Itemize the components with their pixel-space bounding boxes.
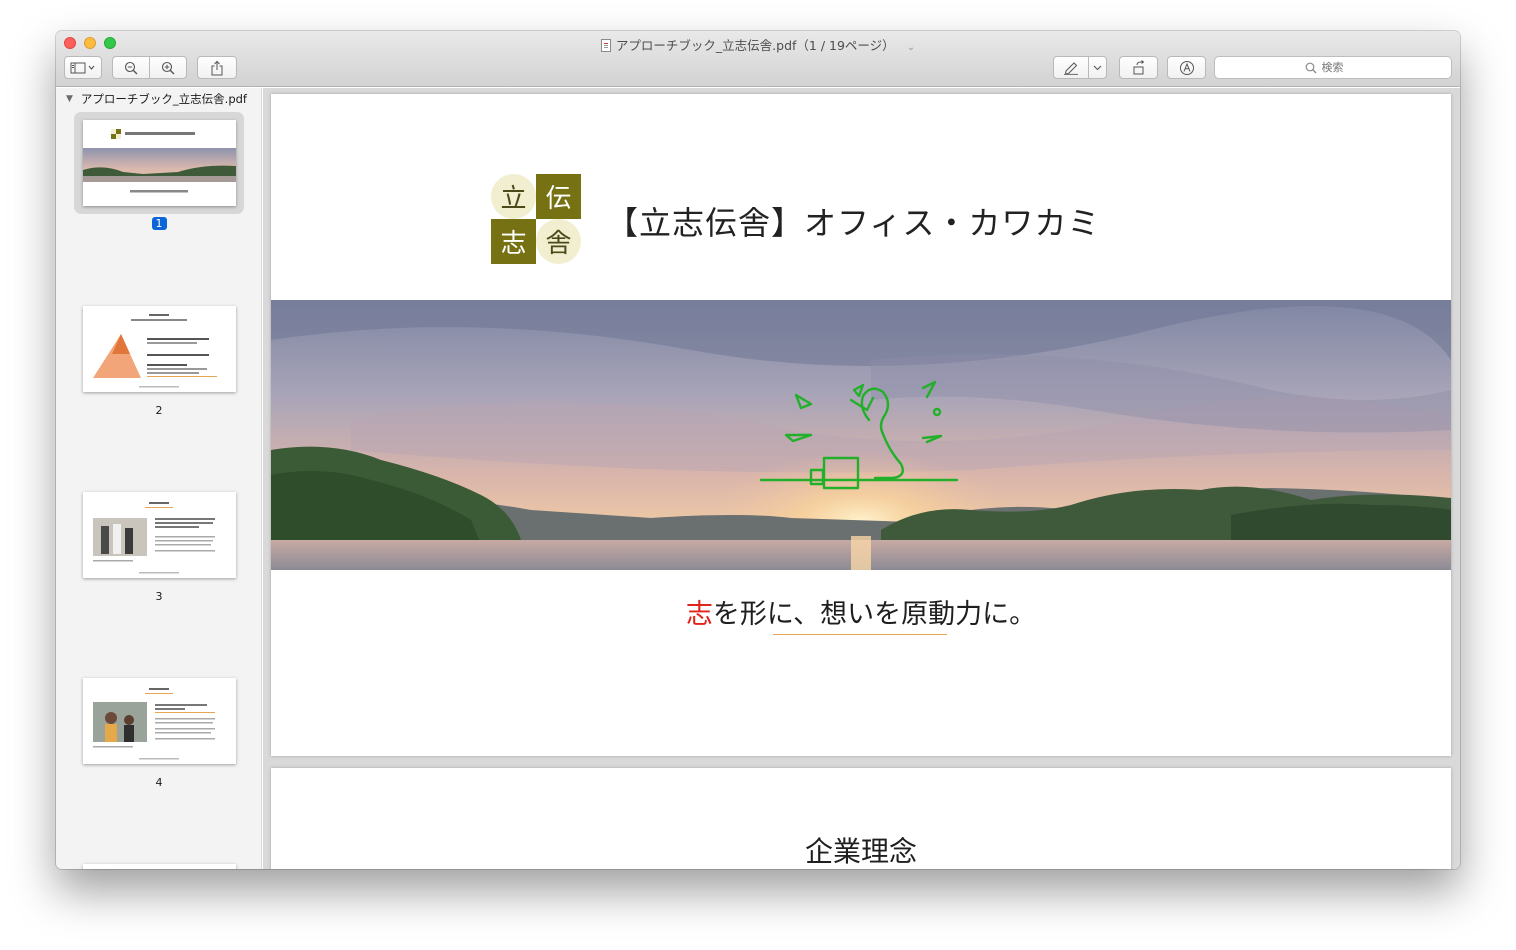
lake-sunrise-illustration (271, 300, 1451, 570)
document-name: アプローチブック_立志伝舎.pdf (80, 92, 247, 106)
thumbnail-sidebar: ▼ アプローチブック_立志伝舎.pdf 1 2 3 4 (56, 88, 262, 869)
tagline: 志を形に、想いを原動力に。 (271, 592, 1451, 631)
page-thumbnail-1-image (83, 129, 236, 193)
company-name: 【立志伝舎】オフィス・カワカミ (606, 204, 1101, 242)
annotate-icon (1179, 60, 1194, 75)
search-input[interactable] (1321, 61, 1362, 74)
document-outline-header[interactable]: ▼ アプローチブック_立志伝舎.pdf (66, 91, 247, 107)
sidebar-icon (70, 62, 95, 73)
logo-char-2: 伝 (536, 174, 581, 219)
zoom-in-icon (161, 61, 175, 74)
page-thumbnail-5[interactable] (83, 864, 236, 869)
pdf-page-1: 立 伝 志 舎 【立志伝舎】オフィス・カワカミ 志を形に、想いを原動力に。 (271, 94, 1451, 756)
rotate-button[interactable] (1119, 56, 1158, 79)
page-thumbnail-4[interactable] (83, 678, 236, 764)
tagline-accent: 志 (685, 599, 713, 630)
zoom-out-button[interactable] (112, 56, 150, 79)
highlight-button[interactable] (1053, 56, 1089, 79)
preview-window: アプローチブック_立志伝舎.pdf（1 / 19ページ） ⌄ 検索 ▼ アプロー… (56, 31, 1460, 869)
document-view[interactable]: 立 伝 志 舎 【立志伝舎】オフィス・カワカミ 志を形に、想いを原動力に。 企業… (263, 88, 1460, 869)
thumbnail-label-3[interactable]: 3 (56, 590, 261, 603)
pdf-document-icon (600, 39, 611, 52)
share-icon (211, 60, 223, 75)
zoom-out-icon (124, 61, 138, 74)
sidebar-toggle-button[interactable] (64, 56, 102, 79)
thumbnail-label-1[interactable]: 1 (56, 217, 261, 230)
thumbnail-label-4[interactable]: 4 (56, 776, 261, 789)
zoom-in-button[interactable] (149, 56, 187, 79)
title-chevron-down-icon[interactable]: ⌄ (907, 42, 915, 53)
page-thumbnail-3[interactable] (83, 492, 236, 578)
page-thumbnail-2-image (93, 314, 217, 388)
logo-char-3: 志 (491, 219, 536, 264)
page-thumbnail-3-image (93, 502, 215, 574)
company-logo: 立 伝 志 舎 (491, 174, 581, 264)
window-title[interactable]: アプローチブック_立志伝舎.pdf（1 / 19ページ） ⌄ (56, 35, 1460, 54)
share-button[interactable] (197, 56, 237, 79)
title-bar: アプローチブック_立志伝舎.pdf（1 / 19ページ） ⌄ (56, 31, 1460, 87)
chevron-down-icon (1093, 65, 1102, 70)
page-thumbnail-1[interactable] (83, 120, 236, 206)
page-heading: 企業理念 (804, 835, 917, 868)
search-field[interactable] (1214, 56, 1452, 79)
logo-char-4: 舎 (536, 219, 581, 264)
thumbnail-label-2[interactable]: 2 (56, 404, 261, 417)
disclosure-triangle-icon[interactable]: ▼ (66, 94, 73, 104)
tagline-underline (773, 634, 947, 635)
search-icon (1305, 62, 1316, 73)
page-thumbnail-4-image (93, 688, 215, 760)
hero-landscape-image (271, 300, 1451, 570)
markup-toolbar-button[interactable] (1167, 56, 1206, 79)
pen-icon (1064, 61, 1078, 75)
window-title-text: アプローチブック_立志伝舎.pdf（1 / 19ページ） (615, 38, 895, 53)
logo-char-1: 立 (491, 174, 536, 219)
page-thumbnail-2[interactable] (83, 306, 236, 392)
rotate-icon (1133, 59, 1144, 74)
pdf-page-2: 企業理念 (271, 768, 1451, 869)
highlight-menu-button[interactable] (1088, 56, 1107, 79)
tagline-text: を形に、想いを原動力に。 (712, 599, 1037, 630)
